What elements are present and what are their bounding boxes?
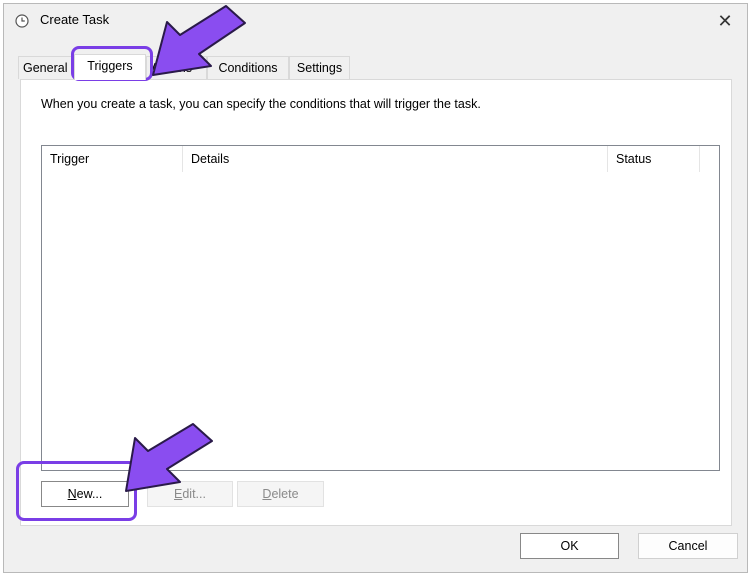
column-header-details[interactable]: Details (183, 146, 608, 172)
new-trigger-button[interactable]: New... (41, 481, 129, 507)
triggers-description: When you create a task, you can specify … (41, 97, 481, 111)
ok-button[interactable]: OK (520, 533, 619, 559)
new-accel-key: N (67, 487, 77, 501)
tab-actions[interactable]: Actions (146, 56, 207, 79)
new-button-label: ew... (76, 487, 103, 501)
tab-conditions[interactable]: Conditions (207, 56, 289, 79)
delete-button-label: elete (271, 487, 299, 501)
edit-button-label: dit... (182, 487, 206, 501)
edit-trigger-button[interactable]: Edit... (147, 481, 233, 507)
close-button[interactable]: ✕ (703, 4, 747, 38)
create-task-window: Create Task ✕ General Triggers Actions C… (3, 3, 748, 573)
tab-settings[interactable]: Settings (289, 56, 350, 79)
column-header-status[interactable]: Status (608, 146, 700, 172)
column-header-trigger[interactable]: Trigger (42, 146, 183, 172)
title-bar: Create Task ✕ (4, 4, 747, 38)
cancel-button[interactable]: Cancel (638, 533, 738, 559)
list-header: Trigger Details Status (42, 146, 719, 172)
close-icon: ✕ (717, 10, 733, 31)
tab-general[interactable]: General (18, 56, 74, 79)
clock-icon (15, 14, 29, 28)
delete-trigger-button[interactable]: Delete (237, 481, 324, 507)
triggers-panel: When you create a task, you can specify … (20, 79, 732, 526)
tab-triggers[interactable]: Triggers (74, 54, 146, 80)
triggers-list[interactable]: Trigger Details Status (41, 145, 720, 471)
window-title: Create Task (40, 12, 110, 27)
